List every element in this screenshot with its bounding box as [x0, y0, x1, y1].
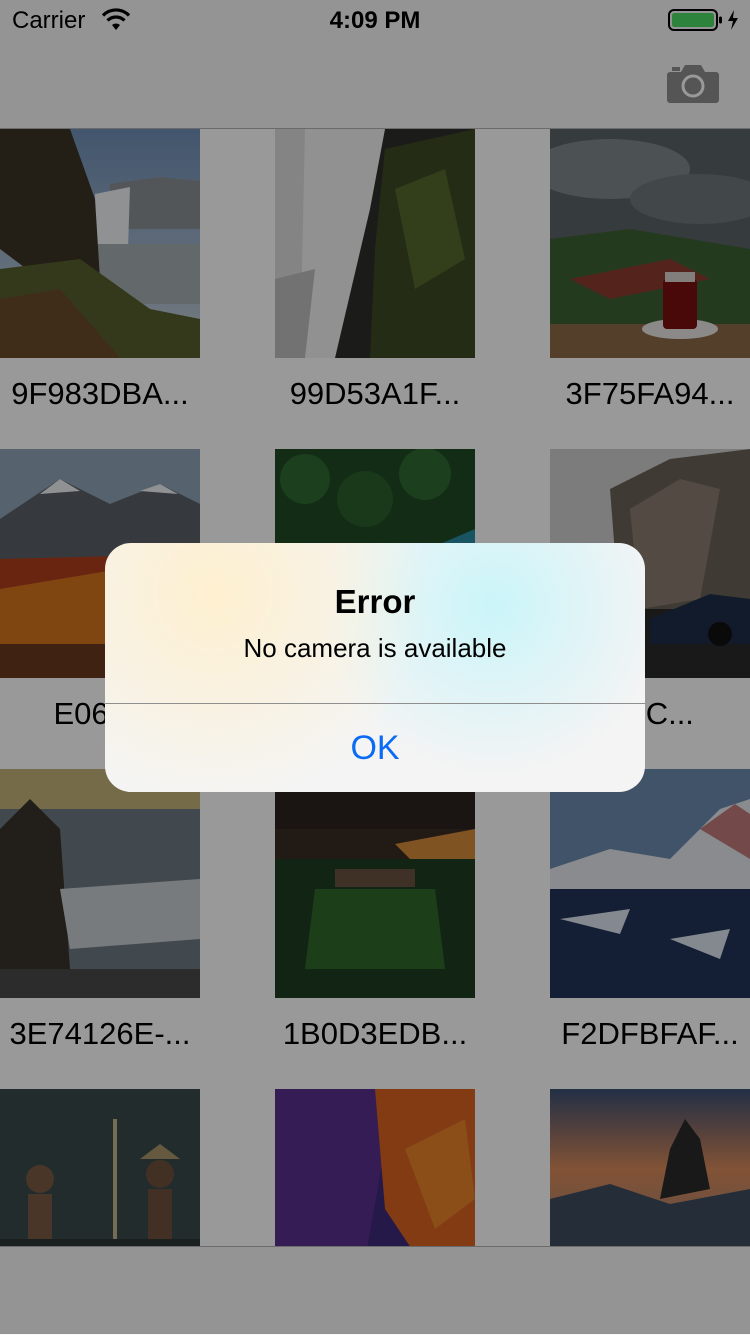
alert-title: Error	[334, 583, 416, 620]
error-alert-dialog: Error No camera is available OK	[105, 543, 645, 792]
alert-message: No camera is available	[243, 633, 507, 663]
ok-button[interactable]: OK	[105, 704, 645, 792]
